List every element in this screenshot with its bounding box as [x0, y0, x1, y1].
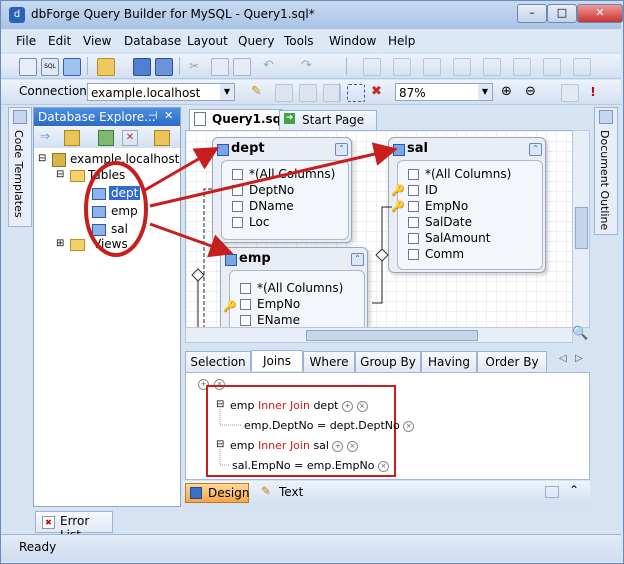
- arrow-to-emp: [149, 222, 234, 258]
- arrow-to-dept: [144, 146, 220, 192]
- arrow-to-sal: [149, 142, 398, 208]
- annotation-overlay: [84, 142, 398, 258]
- highlight-ellipse: [84, 161, 148, 257]
